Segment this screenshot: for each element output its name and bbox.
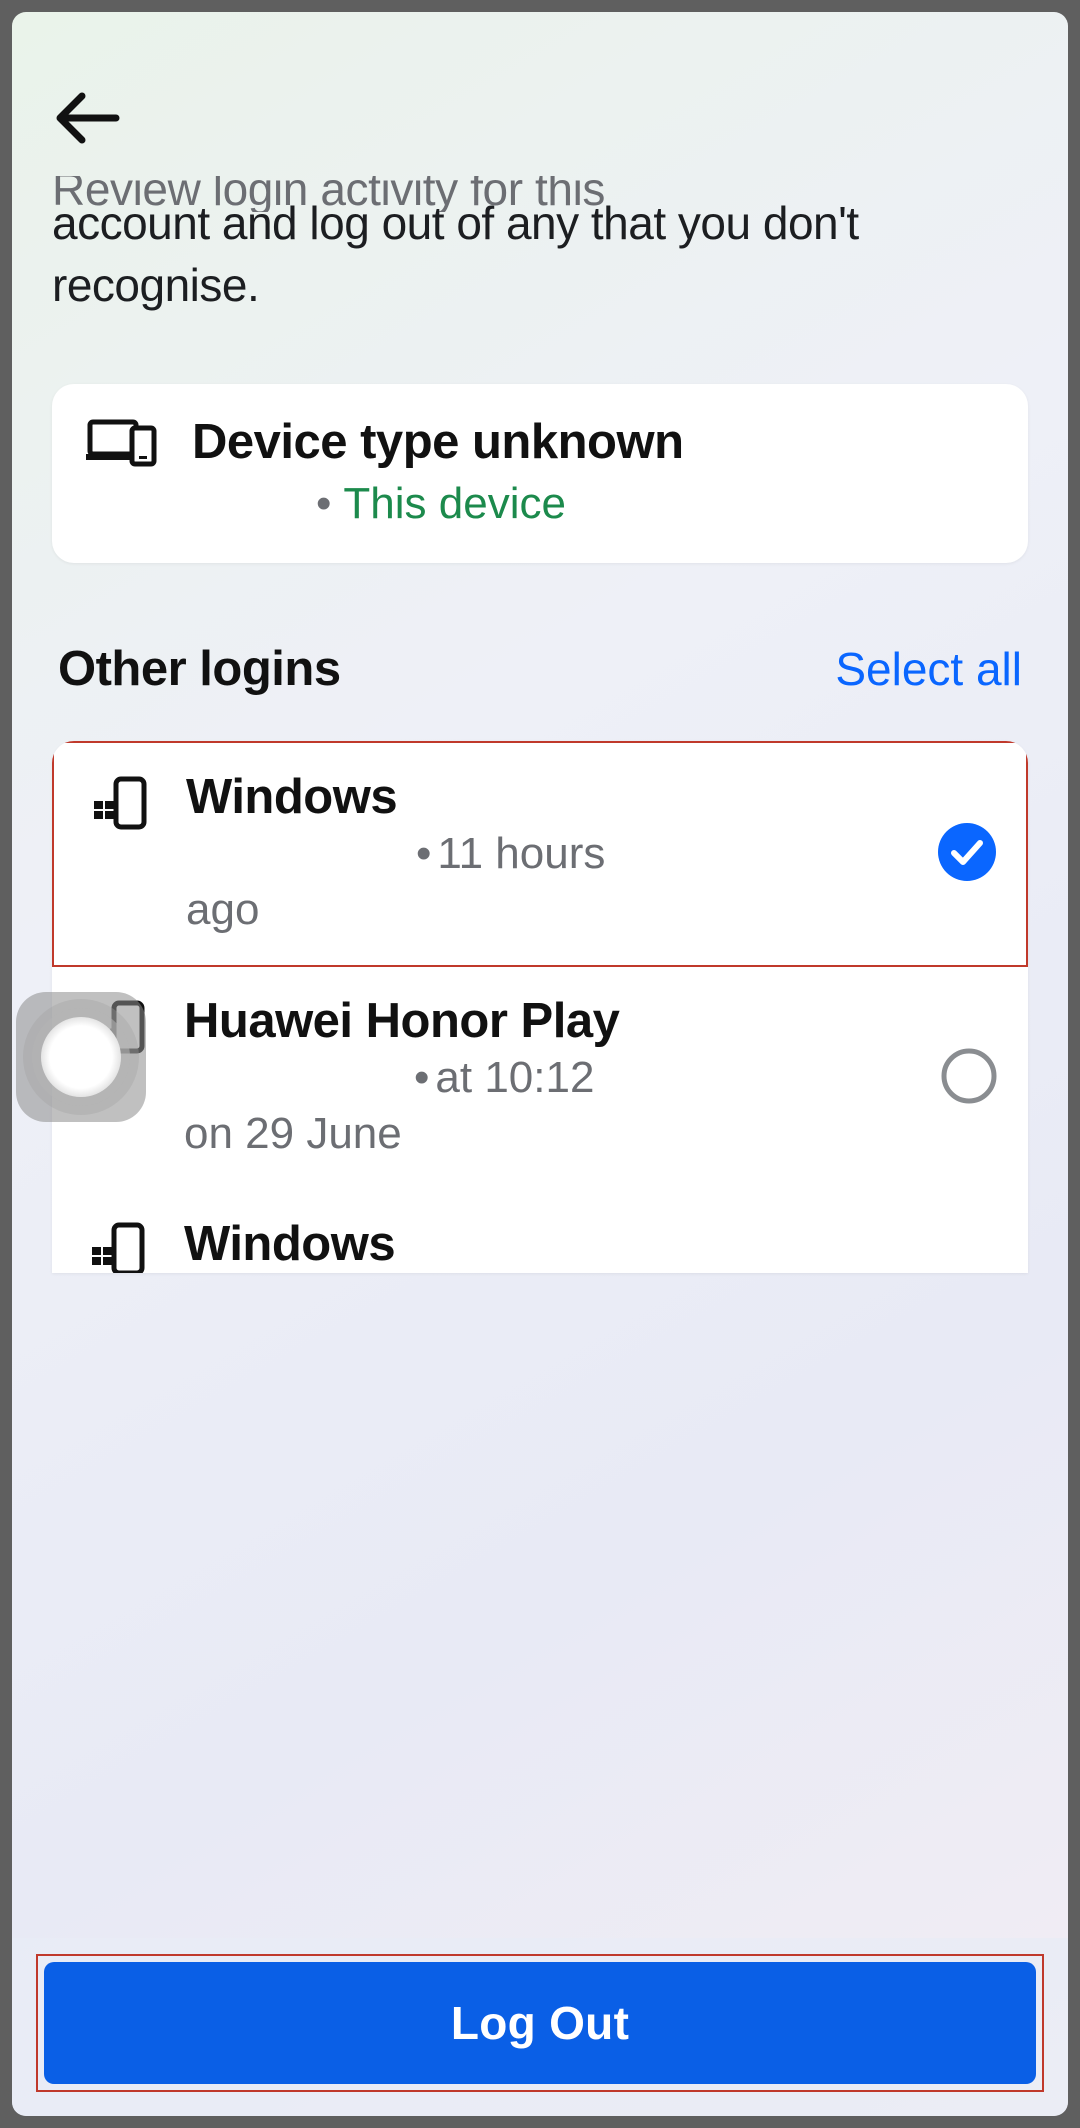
screen: Review login activity for this account a… xyxy=(12,12,1068,2116)
login-item-title: Huawei Honor Play xyxy=(184,993,910,1049)
current-device-card[interactable]: Device type unknown • This device xyxy=(52,384,1028,563)
login-item-windows[interactable]: Windows •11 hours ago xyxy=(52,741,1028,967)
logout-highlight-frame: Log Out xyxy=(36,1954,1044,2092)
login-item-meta: at 10:12 xyxy=(435,1053,594,1102)
this-device-badge: This device xyxy=(343,479,566,529)
other-logins-list: Windows •11 hours ago xyxy=(52,741,1028,1273)
content-area: Review login activity for this account a… xyxy=(12,12,1068,1938)
assistive-touch-icon xyxy=(41,1017,121,1097)
bullet-icon: • xyxy=(316,482,331,526)
other-logins-heading: Other logins xyxy=(58,641,341,697)
logout-button[interactable]: Log Out xyxy=(44,1962,1036,2084)
assistive-touch-button[interactable] xyxy=(16,992,146,1122)
login-item-meta-line2: on 29 June xyxy=(184,1109,910,1159)
selection-checkbox[interactable] xyxy=(938,823,996,881)
login-item-title: Windows xyxy=(186,769,908,825)
login-item-meta-line2: ago xyxy=(186,885,908,935)
devices-icon xyxy=(86,414,158,473)
login-item-title: Windows xyxy=(184,1216,998,1272)
intro-text: account and log out of any that you don'… xyxy=(52,192,1028,316)
login-item-meta: 11 hours xyxy=(437,829,605,878)
footer: Log Out xyxy=(12,1938,1068,2116)
select-all-link[interactable]: Select all xyxy=(835,642,1022,696)
empty-circle-icon xyxy=(940,1047,998,1105)
windows-device-icon xyxy=(90,773,150,833)
current-device-title: Device type unknown xyxy=(192,414,684,470)
arrow-left-icon xyxy=(52,90,122,146)
back-button[interactable] xyxy=(52,90,122,146)
login-item-windows-2[interactable]: Windows xyxy=(52,1189,1028,1273)
login-item-huawei[interactable]: Huawei Honor Play •at 10:12 on 29 June xyxy=(52,967,1028,1189)
check-circle-icon xyxy=(938,823,996,881)
windows-device-icon xyxy=(88,1219,148,1273)
selection-checkbox[interactable] xyxy=(940,1047,998,1105)
